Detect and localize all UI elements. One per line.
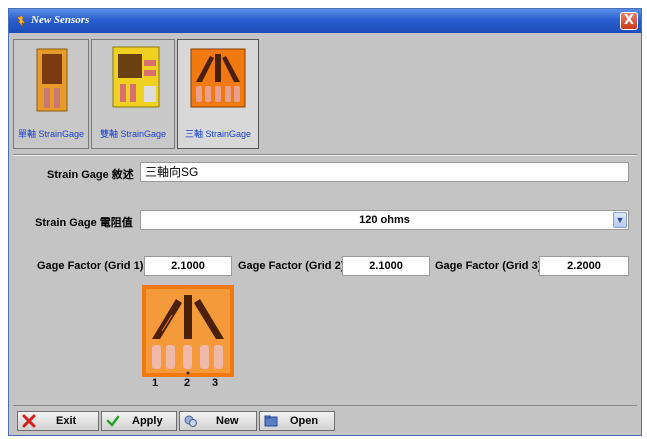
gage-factor-2-input[interactable]: 2.1000 bbox=[342, 256, 430, 276]
description-label: Strain Gage 敘述 bbox=[47, 169, 134, 181]
biaxial-strain-gage-icon bbox=[112, 46, 160, 108]
exit-button[interactable]: Exit bbox=[17, 411, 99, 431]
gage-factor-2-label: Gage Factor (Grid 2) bbox=[238, 260, 345, 272]
resistance-select[interactable]: 120 ohms ▼ bbox=[140, 210, 629, 230]
uniaxial-strain-gage-icon bbox=[36, 48, 68, 112]
gage-factor-3-input[interactable]: 2.2000 bbox=[539, 256, 629, 276]
sensor-type-toolbar: 單軸 StrainGage 雙軸 StrainGage 三軸 StrainGag… bbox=[13, 39, 637, 153]
new-button[interactable]: New bbox=[179, 411, 257, 431]
resistance-value: 120 ohms bbox=[359, 214, 410, 226]
close-icon bbox=[22, 414, 36, 428]
sensor-app-icon bbox=[16, 14, 26, 28]
apply-button[interactable]: Apply bbox=[101, 411, 177, 431]
toolbar-divider bbox=[13, 154, 637, 156]
open-button[interactable]: Open bbox=[259, 411, 335, 431]
sensor-type-uniaxial[interactable]: 單軸 StrainGage bbox=[13, 39, 89, 149]
close-icon: X bbox=[623, 13, 635, 28]
new-button-label: New bbox=[216, 415, 239, 427]
grid-number-1: 1 bbox=[152, 377, 159, 389]
new-sensors-window: New Sensors X 單軸 StrainGage 雙軸 StrainGag… bbox=[8, 8, 642, 436]
gage-factor-1-input[interactable]: 2.1000 bbox=[144, 256, 232, 276]
new-document-icon bbox=[184, 415, 197, 427]
gage-factor-1-label: Gage Factor (Grid 1) bbox=[37, 260, 144, 272]
description-input[interactable]: 三軸向SG bbox=[140, 162, 629, 182]
close-button[interactable]: X bbox=[620, 12, 638, 30]
checkmark-icon bbox=[106, 415, 120, 427]
open-button-label: Open bbox=[290, 415, 319, 427]
sensor-type-biaxial[interactable]: 雙軸 StrainGage bbox=[91, 39, 175, 149]
triaxial-gage-preview-image bbox=[142, 285, 234, 377]
gage-factor-3-label: Gage Factor (Grid 3) bbox=[435, 260, 542, 272]
triaxial-strain-gage-icon bbox=[190, 48, 246, 108]
grid-number-2: 2 bbox=[184, 377, 191, 389]
resistance-label: Strain Gage 電阻值 bbox=[35, 217, 133, 229]
exit-button-label: Exit bbox=[56, 415, 77, 427]
apply-button-label: Apply bbox=[132, 415, 163, 427]
window-title: New Sensors bbox=[31, 14, 90, 26]
grid-number-3: 3 bbox=[212, 377, 219, 389]
sensor-type-triaxial[interactable]: 三軸 StrainGage bbox=[177, 39, 259, 149]
sensor-type-label: 三軸 StrainGage bbox=[184, 129, 252, 139]
title-bar[interactable]: New Sensors X bbox=[9, 9, 641, 33]
folder-icon bbox=[264, 415, 278, 427]
sensor-type-label: 單軸 StrainGage bbox=[17, 129, 85, 139]
chevron-down-icon[interactable]: ▼ bbox=[613, 212, 627, 228]
sensor-type-label: 雙軸 StrainGage bbox=[99, 129, 167, 139]
